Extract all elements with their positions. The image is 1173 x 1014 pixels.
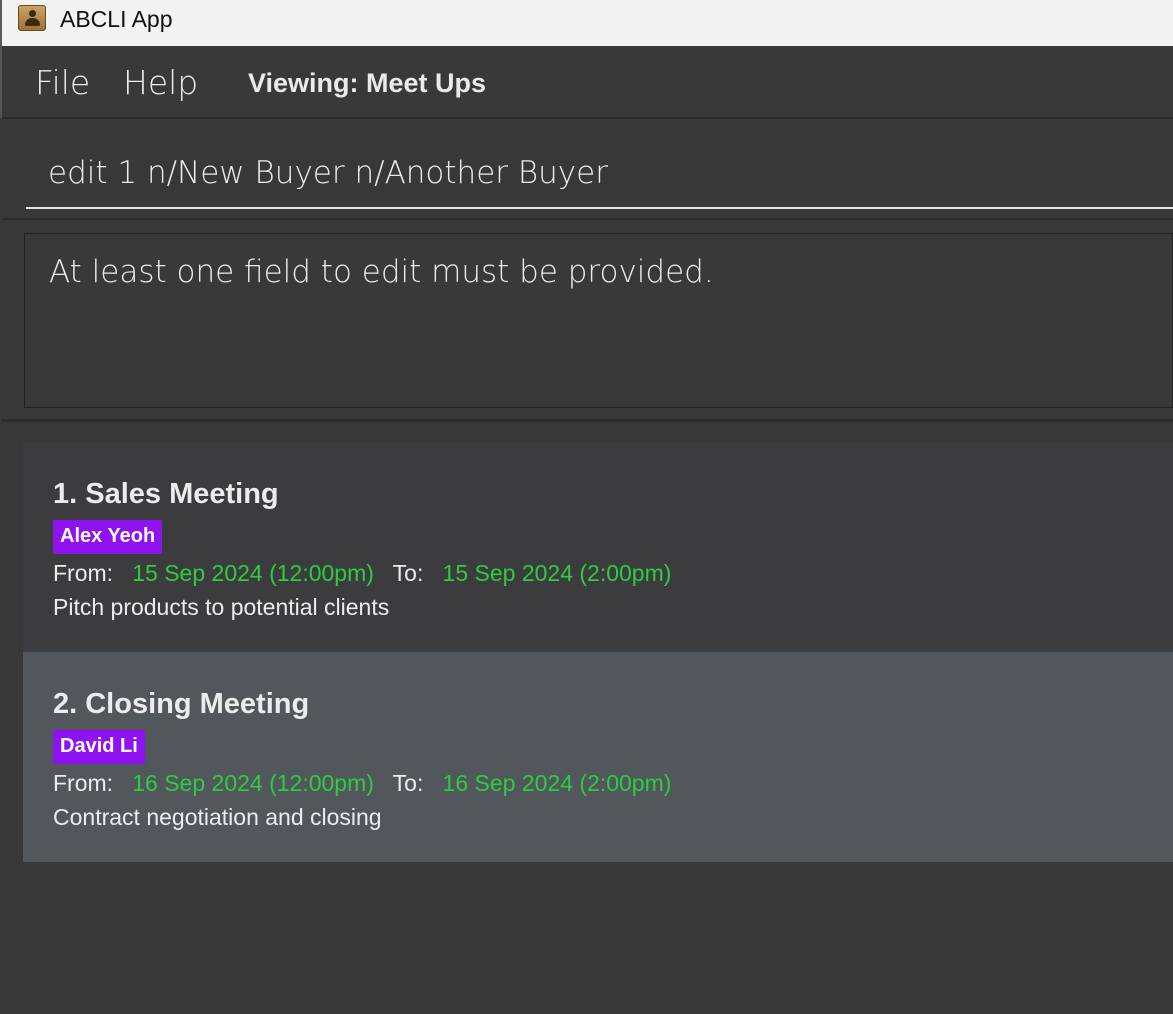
to-label: To:	[392, 770, 424, 796]
menu-bar: File Help Viewing: Meet Ups	[0, 46, 1173, 118]
window-title: ABCLI App	[60, 6, 173, 32]
from-value: 16 Sep 2024 (12:00pm)	[132, 770, 374, 796]
meetup-card[interactable]: 2. Closing Meeting David Li From: 16 Sep…	[23, 652, 1173, 862]
from-label: From:	[53, 560, 114, 586]
meetup-title: 1. Sales Meeting	[53, 478, 279, 510]
meetup-time: From: 16 Sep 2024 (12:00pm) To: 16 Sep 2…	[53, 770, 671, 797]
meetup-title: 2. Closing Meeting	[53, 688, 310, 720]
viewing-label: Viewing: Meet Ups	[248, 68, 487, 98]
buyer-tag: David Li	[53, 730, 145, 764]
address-book-icon	[18, 5, 46, 31]
meetup-description: Pitch products to potential clients	[53, 594, 390, 620]
to-value: 16 Sep 2024 (2:00pm)	[442, 770, 672, 796]
to-label: To:	[392, 560, 424, 586]
meetup-description: Contract negotiation and closing	[53, 804, 382, 830]
result-display: At least one field to edit must be provi…	[2, 220, 1173, 422]
meetup-card[interactable]: 1. Sales Meeting Alex Yeoh From: 15 Sep …	[23, 442, 1173, 652]
menu-help[interactable]: Help	[123, 63, 198, 102]
result-box[interactable]: At least one field to edit must be provi…	[24, 233, 1173, 408]
command-box	[2, 117, 1173, 220]
result-message: At least one field to edit must be provi…	[49, 254, 714, 290]
meetup-time: From: 15 Sep 2024 (12:00pm) To: 15 Sep 2…	[53, 560, 671, 587]
title-bar: ABCLI App	[0, 0, 1173, 46]
buyer-tag: Alex Yeoh	[53, 520, 163, 554]
to-value: 15 Sep 2024 (2:00pm)	[442, 560, 672, 586]
from-label: From:	[53, 770, 114, 796]
meetup-list: 1. Sales Meeting Alex Yeoh From: 15 Sep …	[2, 422, 1173, 1014]
menu-file[interactable]: File	[35, 63, 90, 102]
from-value: 15 Sep 2024 (12:00pm)	[132, 560, 374, 586]
command-input[interactable]	[26, 139, 1173, 209]
